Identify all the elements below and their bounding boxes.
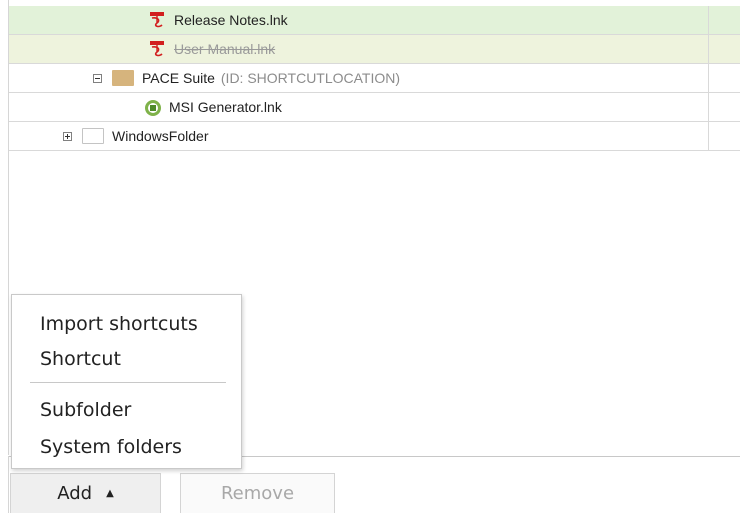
menu-item-subfolder[interactable]: Subfolder (40, 395, 131, 425)
menu-item-import-shortcuts[interactable]: Import shortcuts (40, 309, 198, 339)
tree-row-release-notes[interactable]: Release Notes.lnk (9, 6, 740, 35)
tree-item-label: MSI Generator.lnk (169, 99, 282, 115)
empty-folder-icon (82, 128, 104, 144)
pdf-shortcut-icon (148, 11, 166, 29)
add-button[interactable]: Add ▲ (10, 473, 161, 513)
caret-up-icon: ▲ (106, 488, 114, 499)
tree-item-label: User Manual.lnk (174, 41, 276, 57)
pdf-shortcut-icon (148, 40, 166, 58)
menu-separator (30, 382, 226, 383)
tree-row-pace-suite[interactable]: PACE Suite (ID: SHORTCUTLOCATION) (9, 64, 740, 93)
remove-button-label: Remove (220, 483, 295, 504)
menu-item-shortcut[interactable]: Shortcut (40, 344, 121, 374)
add-dropdown-menu: Import shortcuts Shortcut Subfolder Syst… (11, 294, 242, 469)
remove-button[interactable]: Remove (180, 473, 335, 513)
collapse-toggle-icon[interactable] (93, 73, 102, 83)
tree-item-id: (ID: SHORTCUTLOCATION) (220, 70, 401, 86)
folder-icon (112, 70, 134, 86)
add-button-label: Add (57, 483, 93, 504)
panel-left-border (8, 456, 9, 513)
tree-row-msi-generator[interactable]: MSI Generator.lnk (9, 93, 740, 122)
menu-item-system-folders[interactable]: System folders (40, 432, 182, 462)
msi-generator-icon (143, 98, 161, 116)
tree-row-windows-folder[interactable]: WindowsFolder (9, 122, 740, 151)
tree-item-label: Release Notes.lnk (174, 12, 288, 28)
expand-toggle-icon[interactable] (63, 131, 72, 141)
tree-item-label: WindowsFolder (112, 128, 209, 144)
tree-row-user-manual[interactable]: User Manual.lnk (9, 35, 740, 64)
tree-item-label: PACE Suite (142, 70, 215, 86)
